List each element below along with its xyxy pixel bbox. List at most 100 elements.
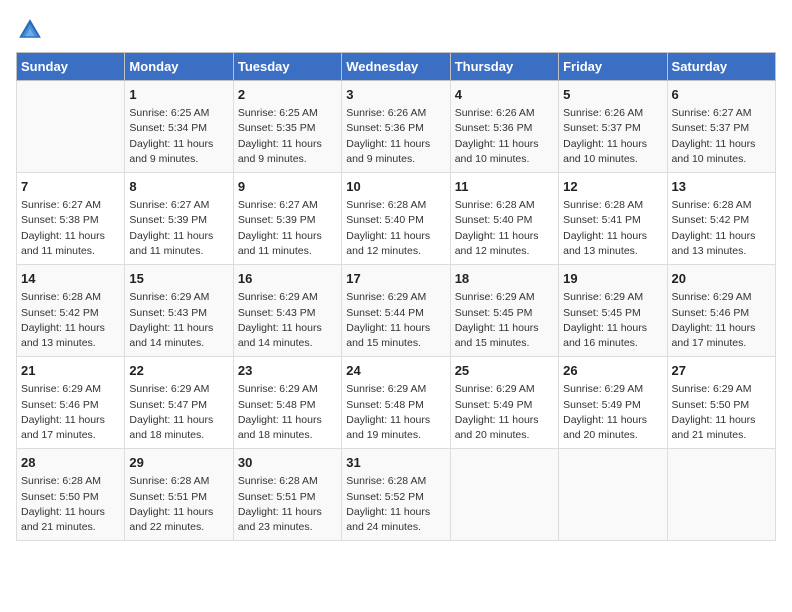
calendar-cell: 11 Sunrise: 6:28 AM Sunset: 5:40 PM Dayli… bbox=[450, 173, 558, 265]
calendar-cell bbox=[450, 449, 558, 541]
weekday-header-saturday: Saturday bbox=[667, 53, 775, 81]
day-info: Sunrise: 6:28 AM Sunset: 5:52 PM Dayligh… bbox=[346, 474, 445, 535]
day-number: 22 bbox=[129, 362, 228, 380]
day-info: Sunrise: 6:25 AM Sunset: 5:34 PM Dayligh… bbox=[129, 106, 228, 167]
day-info: Sunrise: 6:28 AM Sunset: 5:41 PM Dayligh… bbox=[563, 198, 662, 259]
calendar-cell: 29Sunrise: 6:28 AM Sunset: 5:51 PM Dayli… bbox=[125, 449, 233, 541]
weekday-header-sunday: Sunday bbox=[17, 53, 125, 81]
day-number: 9 bbox=[238, 178, 337, 196]
day-info: Sunrise: 6:28 AM Sunset: 5:51 PM Dayligh… bbox=[238, 474, 337, 535]
day-info: Sunrise: 6:29 AM Sunset: 5:46 PM Dayligh… bbox=[21, 382, 120, 443]
day-info: Sunrise: 6:28 AM Sunset: 5:51 PM Dayligh… bbox=[129, 474, 228, 535]
day-info: Sunrise: 6:28 AM Sunset: 5:40 PM Dayligh… bbox=[346, 198, 445, 259]
day-info: Sunrise: 6:27 AM Sunset: 5:38 PM Dayligh… bbox=[21, 198, 120, 259]
calendar-cell: 8 Sunrise: 6:27 AM Sunset: 5:39 PM Daylig… bbox=[125, 173, 233, 265]
calendar-cell: 3 Sunrise: 6:26 AM Sunset: 5:36 PM Daylig… bbox=[342, 81, 450, 173]
weekday-header-row: SundayMondayTuesdayWednesdayThursdayFrid… bbox=[17, 53, 776, 81]
day-number: 16 bbox=[238, 270, 337, 288]
day-info: Sunrise: 6:29 AM Sunset: 5:46 PM Dayligh… bbox=[672, 290, 771, 351]
calendar-cell bbox=[17, 81, 125, 173]
calendar-cell: 15 Sunrise: 6:29 AM Sunset: 5:43 PM Dayli… bbox=[125, 265, 233, 357]
day-info: Sunrise: 6:26 AM Sunset: 5:36 PM Dayligh… bbox=[455, 106, 554, 167]
day-info: Sunrise: 6:29 AM Sunset: 5:45 PM Dayligh… bbox=[455, 290, 554, 351]
day-number: 27 bbox=[672, 362, 771, 380]
logo bbox=[16, 16, 48, 44]
weekday-header-monday: Monday bbox=[125, 53, 233, 81]
calendar-cell: 31 Sunrise: 6:28 AM Sunset: 5:52 PM Dayli… bbox=[342, 449, 450, 541]
day-number: 26 bbox=[563, 362, 662, 380]
day-number: 19 bbox=[563, 270, 662, 288]
calendar-cell: 16 Sunrise: 6:29 AM Sunset: 5:43 PM Dayli… bbox=[233, 265, 341, 357]
day-number: 11 bbox=[455, 178, 554, 196]
calendar-cell: 30Sunrise: 6:28 AM Sunset: 5:51 PM Dayli… bbox=[233, 449, 341, 541]
day-number: 21 bbox=[21, 362, 120, 380]
day-number: 7 bbox=[21, 178, 120, 196]
calendar-cell: 1 Sunrise: 6:25 AM Sunset: 5:34 PM Daylig… bbox=[125, 81, 233, 173]
logo-icon bbox=[16, 16, 44, 44]
calendar-week-row: 7 Sunrise: 6:27 AM Sunset: 5:38 PM Daylig… bbox=[17, 173, 776, 265]
calendar-cell: 14 Sunrise: 6:28 AM Sunset: 5:42 PM Dayli… bbox=[17, 265, 125, 357]
calendar-cell: 18 Sunrise: 6:29 AM Sunset: 5:45 PM Dayli… bbox=[450, 265, 558, 357]
day-number: 17 bbox=[346, 270, 445, 288]
day-number: 10 bbox=[346, 178, 445, 196]
day-number: 6 bbox=[672, 86, 771, 104]
calendar-week-row: 28Sunrise: 6:28 AM Sunset: 5:50 PM Dayli… bbox=[17, 449, 776, 541]
day-info: Sunrise: 6:25 AM Sunset: 5:35 PM Dayligh… bbox=[238, 106, 337, 167]
day-info: Sunrise: 6:29 AM Sunset: 5:48 PM Dayligh… bbox=[238, 382, 337, 443]
day-info: Sunrise: 6:28 AM Sunset: 5:50 PM Dayligh… bbox=[21, 474, 120, 535]
day-info: Sunrise: 6:27 AM Sunset: 5:39 PM Dayligh… bbox=[129, 198, 228, 259]
day-number: 14 bbox=[21, 270, 120, 288]
calendar-cell: 12Sunrise: 6:28 AM Sunset: 5:41 PM Dayli… bbox=[559, 173, 667, 265]
calendar-cell: 13 Sunrise: 6:28 AM Sunset: 5:42 PM Dayli… bbox=[667, 173, 775, 265]
calendar-cell: 27Sunrise: 6:29 AM Sunset: 5:50 PM Dayli… bbox=[667, 357, 775, 449]
day-number: 8 bbox=[129, 178, 228, 196]
day-info: Sunrise: 6:29 AM Sunset: 5:49 PM Dayligh… bbox=[563, 382, 662, 443]
calendar-cell: 2Sunrise: 6:25 AM Sunset: 5:35 PM Daylig… bbox=[233, 81, 341, 173]
calendar-cell: 19 Sunrise: 6:29 AM Sunset: 5:45 PM Dayli… bbox=[559, 265, 667, 357]
calendar-week-row: 14 Sunrise: 6:28 AM Sunset: 5:42 PM Dayli… bbox=[17, 265, 776, 357]
day-number: 1 bbox=[129, 86, 228, 104]
weekday-header-thursday: Thursday bbox=[450, 53, 558, 81]
day-info: Sunrise: 6:28 AM Sunset: 5:42 PM Dayligh… bbox=[21, 290, 120, 351]
day-info: Sunrise: 6:27 AM Sunset: 5:37 PM Dayligh… bbox=[672, 106, 771, 167]
weekday-header-wednesday: Wednesday bbox=[342, 53, 450, 81]
calendar-cell: 21 Sunrise: 6:29 AM Sunset: 5:46 PM Dayli… bbox=[17, 357, 125, 449]
calendar-cell: 26 Sunrise: 6:29 AM Sunset: 5:49 PM Dayli… bbox=[559, 357, 667, 449]
calendar-cell: 20 Sunrise: 6:29 AM Sunset: 5:46 PM Dayli… bbox=[667, 265, 775, 357]
weekday-header-tuesday: Tuesday bbox=[233, 53, 341, 81]
day-number: 15 bbox=[129, 270, 228, 288]
calendar-cell bbox=[559, 449, 667, 541]
day-info: Sunrise: 6:29 AM Sunset: 5:47 PM Dayligh… bbox=[129, 382, 228, 443]
day-info: Sunrise: 6:29 AM Sunset: 5:43 PM Dayligh… bbox=[238, 290, 337, 351]
day-info: Sunrise: 6:28 AM Sunset: 5:42 PM Dayligh… bbox=[672, 198, 771, 259]
day-number: 20 bbox=[672, 270, 771, 288]
day-number: 24 bbox=[346, 362, 445, 380]
day-number: 13 bbox=[672, 178, 771, 196]
day-info: Sunrise: 6:28 AM Sunset: 5:40 PM Dayligh… bbox=[455, 198, 554, 259]
calendar-cell: 9 Sunrise: 6:27 AM Sunset: 5:39 PM Daylig… bbox=[233, 173, 341, 265]
calendar-week-row: 21 Sunrise: 6:29 AM Sunset: 5:46 PM Dayli… bbox=[17, 357, 776, 449]
day-info: Sunrise: 6:26 AM Sunset: 5:37 PM Dayligh… bbox=[563, 106, 662, 167]
day-info: Sunrise: 6:27 AM Sunset: 5:39 PM Dayligh… bbox=[238, 198, 337, 259]
calendar-cell: 10 Sunrise: 6:28 AM Sunset: 5:40 PM Dayli… bbox=[342, 173, 450, 265]
calendar-cell bbox=[667, 449, 775, 541]
calendar-cell: 4 Sunrise: 6:26 AM Sunset: 5:36 PM Daylig… bbox=[450, 81, 558, 173]
calendar-week-row: 1 Sunrise: 6:25 AM Sunset: 5:34 PM Daylig… bbox=[17, 81, 776, 173]
day-info: Sunrise: 6:29 AM Sunset: 5:45 PM Dayligh… bbox=[563, 290, 662, 351]
calendar-cell: 23 Sunrise: 6:29 AM Sunset: 5:48 PM Dayli… bbox=[233, 357, 341, 449]
calendar-cell: 5Sunrise: 6:26 AM Sunset: 5:37 PM Daylig… bbox=[559, 81, 667, 173]
day-number: 3 bbox=[346, 86, 445, 104]
day-info: Sunrise: 6:29 AM Sunset: 5:49 PM Dayligh… bbox=[455, 382, 554, 443]
day-info: Sunrise: 6:26 AM Sunset: 5:36 PM Dayligh… bbox=[346, 106, 445, 167]
day-number: 31 bbox=[346, 454, 445, 472]
calendar-cell: 28Sunrise: 6:28 AM Sunset: 5:50 PM Dayli… bbox=[17, 449, 125, 541]
calendar-cell: 6 Sunrise: 6:27 AM Sunset: 5:37 PM Daylig… bbox=[667, 81, 775, 173]
day-number: 23 bbox=[238, 362, 337, 380]
day-info: Sunrise: 6:29 AM Sunset: 5:43 PM Dayligh… bbox=[129, 290, 228, 351]
day-number: 4 bbox=[455, 86, 554, 104]
calendar-cell: 22 Sunrise: 6:29 AM Sunset: 5:47 PM Dayli… bbox=[125, 357, 233, 449]
day-number: 18 bbox=[455, 270, 554, 288]
day-info: Sunrise: 6:29 AM Sunset: 5:44 PM Dayligh… bbox=[346, 290, 445, 351]
weekday-header-friday: Friday bbox=[559, 53, 667, 81]
calendar-cell: 24Sunrise: 6:29 AM Sunset: 5:48 PM Dayli… bbox=[342, 357, 450, 449]
